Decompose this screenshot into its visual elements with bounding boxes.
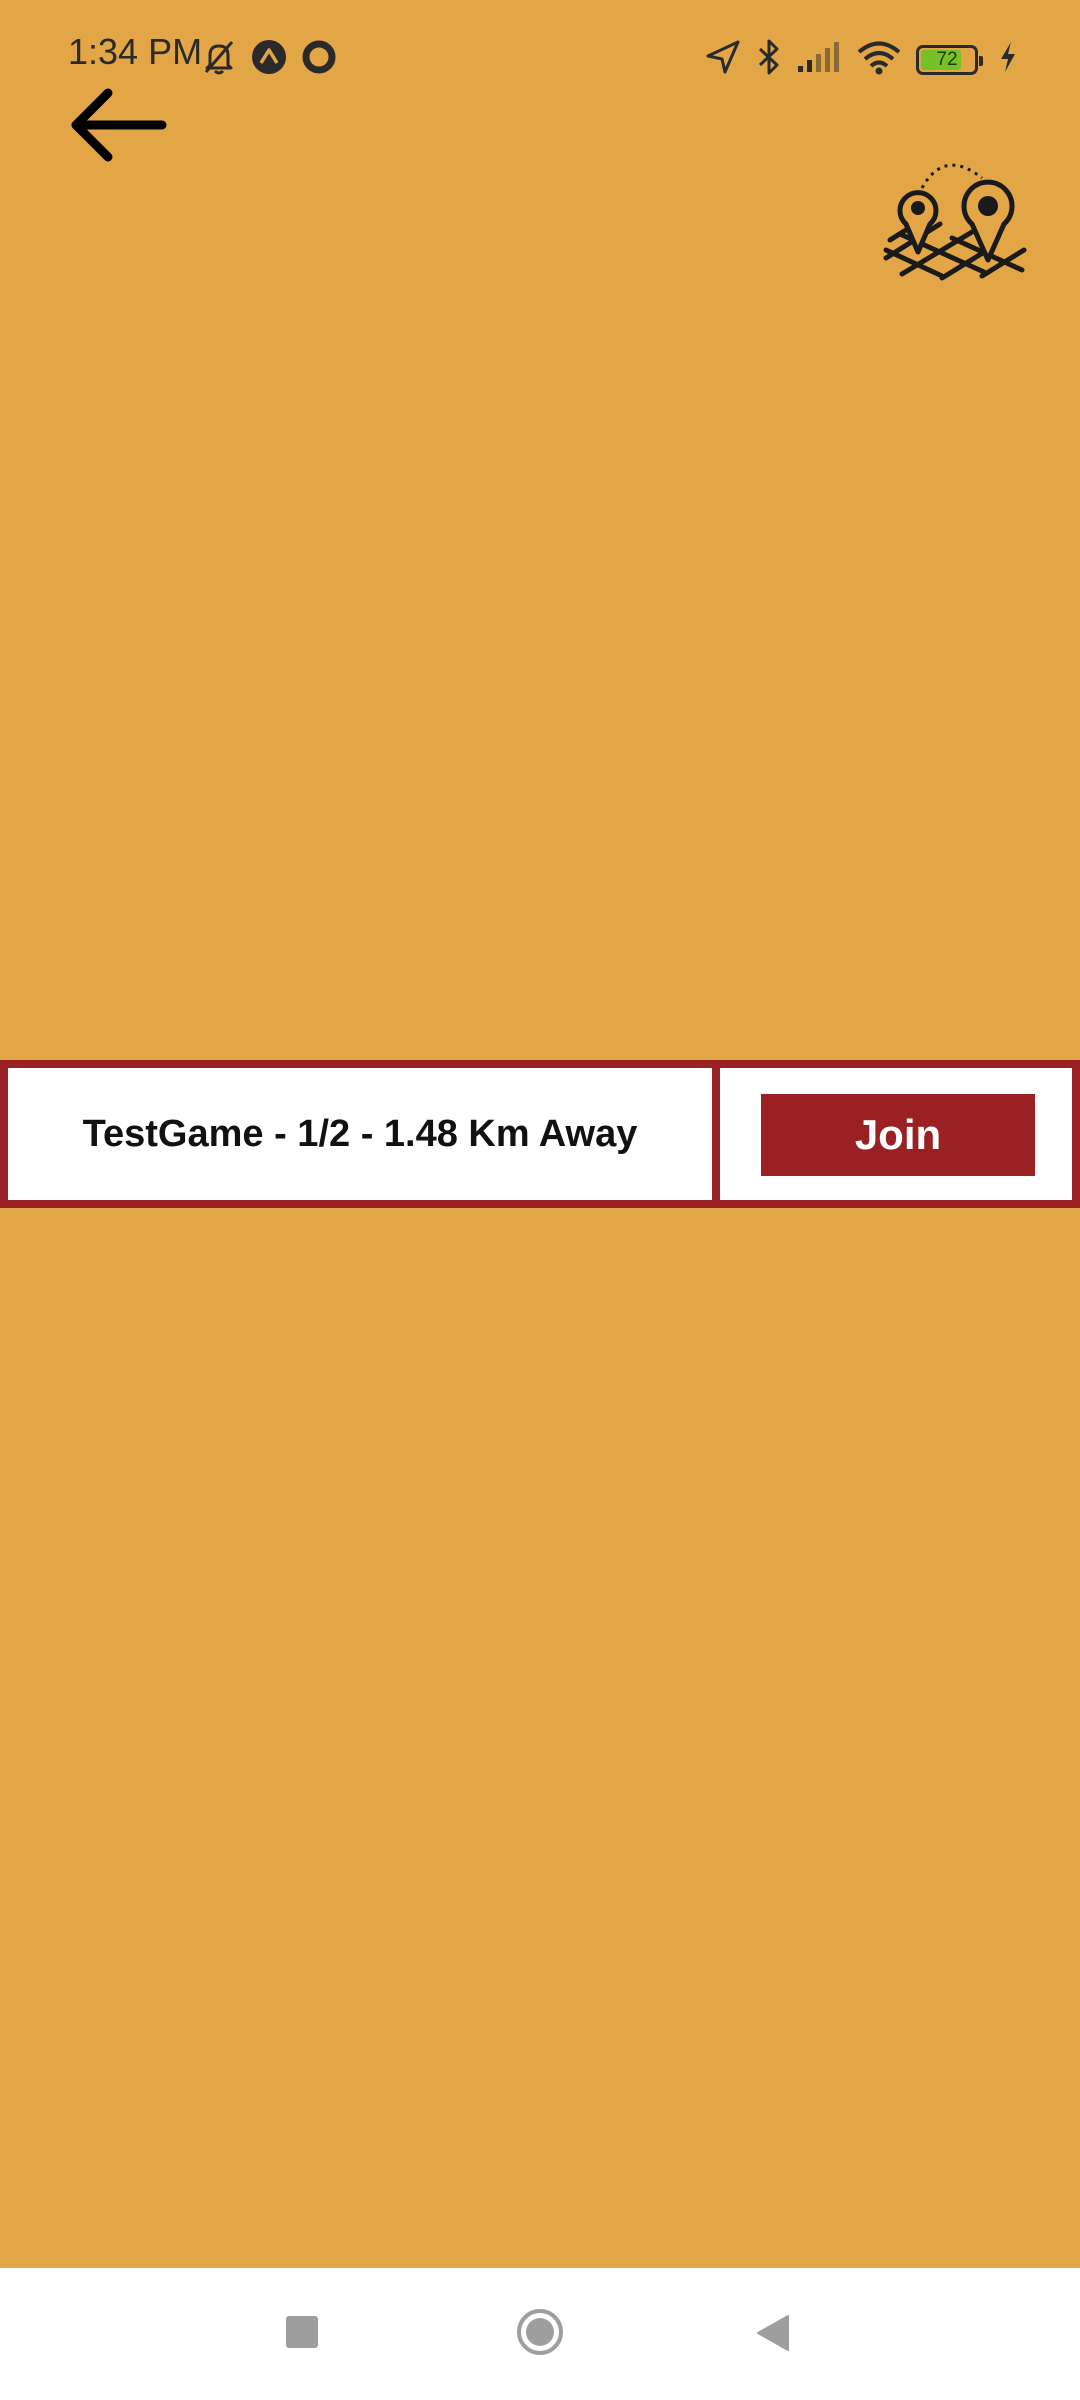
map-pins-icon [883, 163, 1027, 281]
battery-level: 72 [936, 49, 958, 70]
battery-icon: 72 [916, 44, 983, 75]
signal-icon [796, 40, 842, 79]
map-pins-logo [882, 150, 1030, 288]
wifi-icon [856, 39, 902, 80]
arrow-left-icon [71, 88, 167, 162]
bluetooth-icon [756, 38, 782, 81]
game-list-item: TestGame - 1/2 - 1.48 Km Away Join [0, 1060, 1080, 1208]
location-arrow-icon [704, 38, 742, 81]
home-circle-icon[interactable] [516, 2308, 564, 2356]
back-triangle-icon[interactable] [756, 2314, 790, 2352]
navigation-bar [0, 2268, 1080, 2400]
status-right-icons: 72 [704, 38, 1018, 81]
back-button[interactable] [64, 80, 174, 170]
game-info-label: TestGame - 1/2 - 1.48 Km Away [82, 1112, 638, 1155]
charging-bolt-icon [998, 40, 1018, 79]
recents-square-icon[interactable] [286, 2316, 318, 2348]
join-panel: Join [720, 1068, 1072, 1200]
arrow-up-circle-icon [250, 38, 288, 81]
ring-icon [300, 38, 338, 81]
game-info-panel: TestGame - 1/2 - 1.48 Km Away [8, 1068, 712, 1200]
bell-off-icon [200, 38, 238, 81]
join-button[interactable]: Join [761, 1094, 1035, 1176]
status-left-icons [200, 38, 338, 81]
status-time: 1:34 PM [68, 31, 203, 72]
